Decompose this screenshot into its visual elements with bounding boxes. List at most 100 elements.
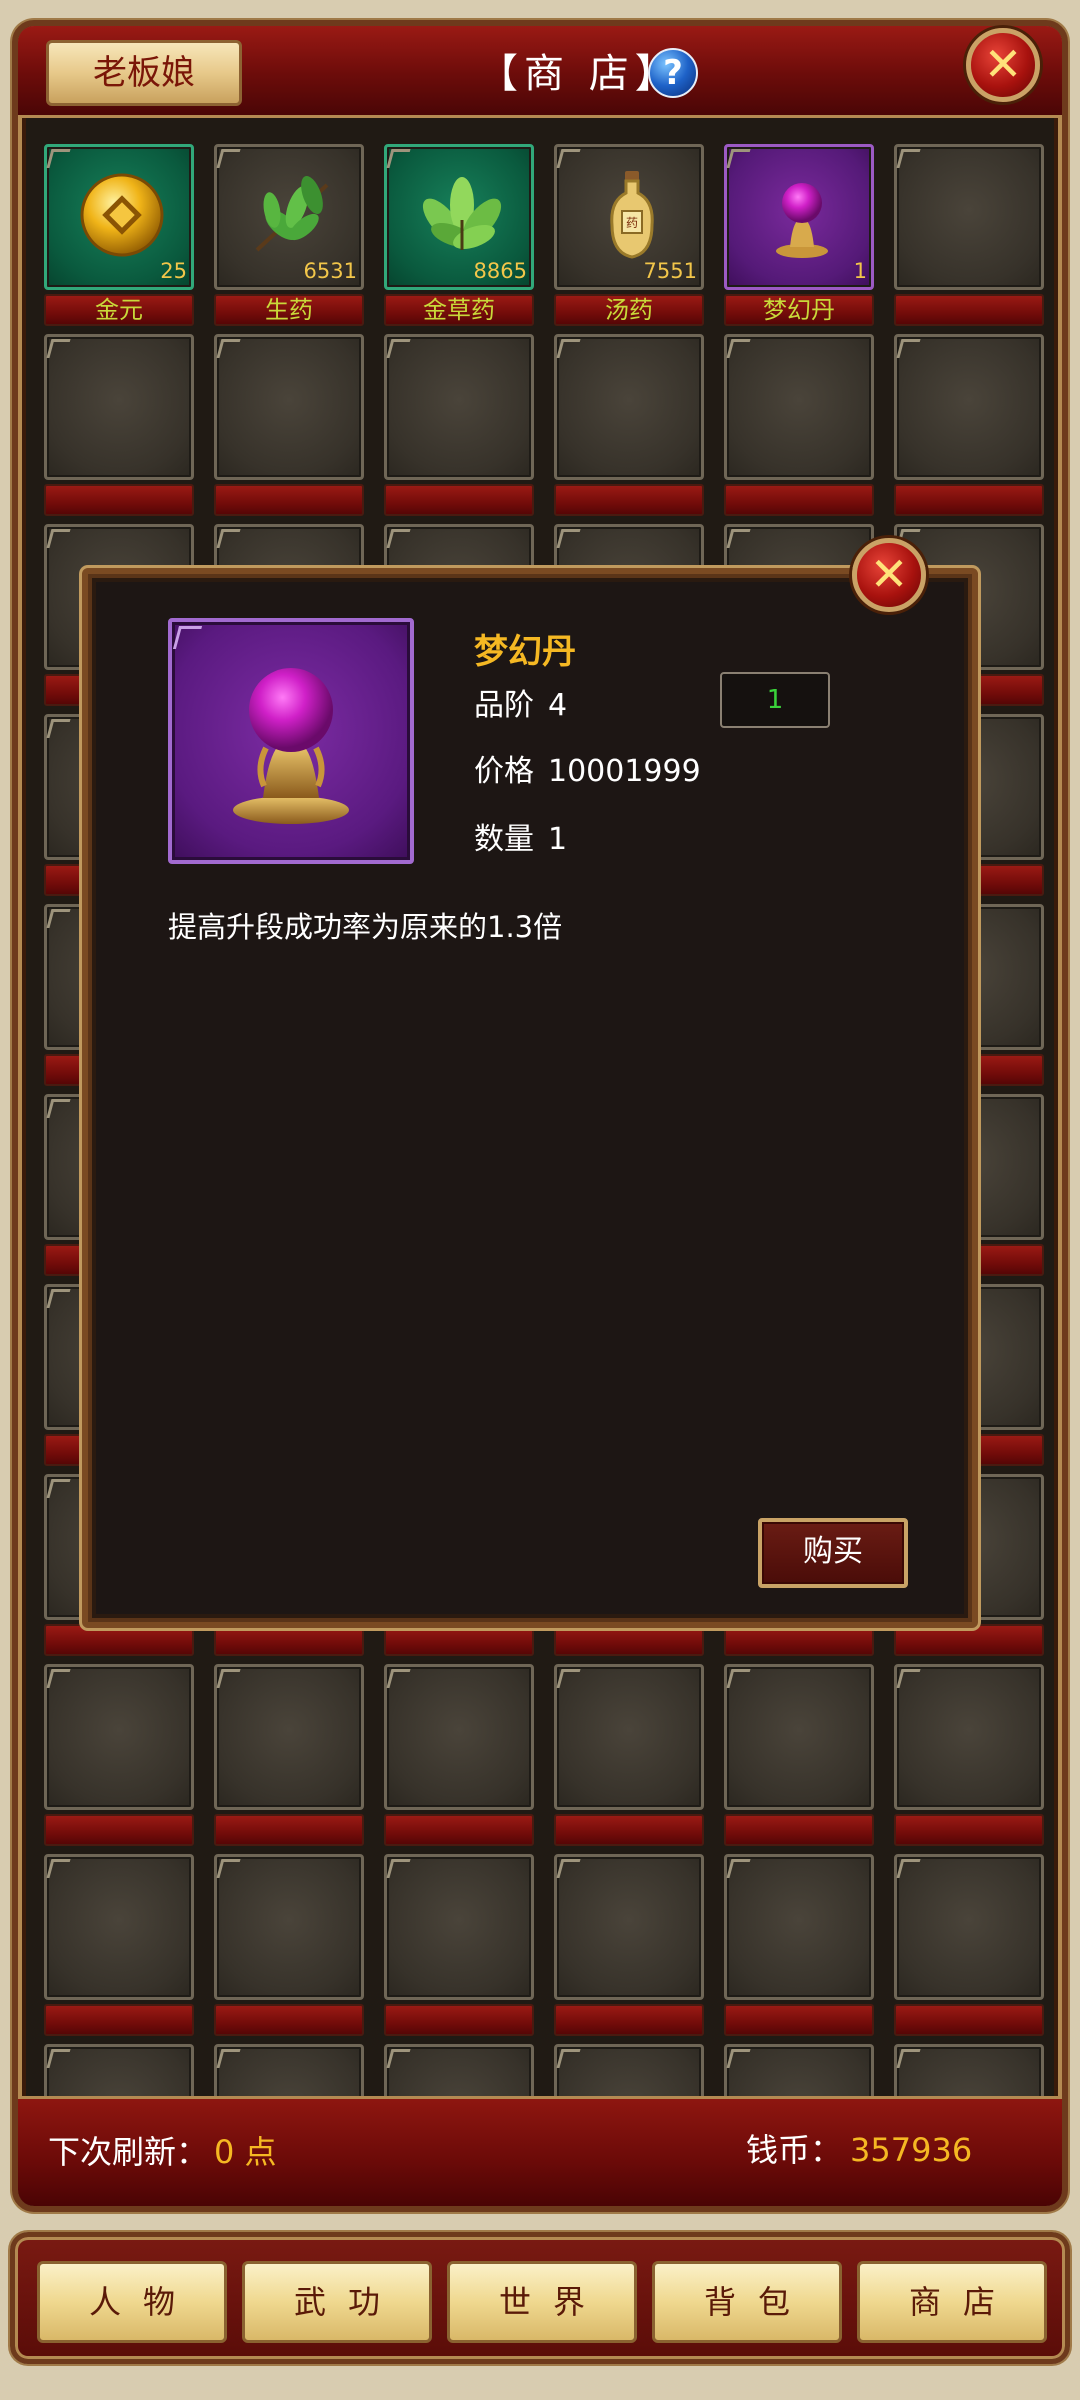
slot-frame: 6531 bbox=[214, 144, 364, 290]
empty-name-bar bbox=[554, 1814, 704, 1846]
item-count: 25 bbox=[160, 259, 187, 283]
quantity-input[interactable]: 1 bbox=[720, 672, 830, 728]
buy-button[interactable]: 购买 bbox=[758, 1518, 908, 1588]
slot-frame bbox=[214, 1664, 364, 1810]
quantity-value: 1 bbox=[548, 822, 568, 857]
item-name-label: 金草药 bbox=[384, 294, 534, 326]
empty-name-bar bbox=[724, 484, 874, 516]
empty-slot bbox=[894, 144, 1044, 330]
nav-backpack[interactable]: 背包 bbox=[652, 2261, 842, 2343]
slot-frame bbox=[214, 1854, 364, 2000]
empty-name-bar bbox=[724, 2004, 874, 2036]
slot-frame bbox=[554, 1854, 704, 2000]
quantity-label: 数量 bbox=[474, 822, 534, 857]
empty-name-bar bbox=[214, 2004, 364, 2036]
slot-frame: 25 bbox=[44, 144, 194, 290]
empty-name-bar bbox=[724, 1814, 874, 1846]
grade-value: 4 bbox=[548, 688, 568, 723]
empty-name-bar bbox=[894, 1814, 1044, 1846]
slot-frame bbox=[554, 334, 704, 480]
shop-item-slot[interactable]: 25 金元 bbox=[44, 144, 194, 330]
empty-slot bbox=[44, 1664, 194, 1850]
price-value: 10001999 bbox=[548, 754, 701, 789]
empty-slot bbox=[214, 1664, 364, 1850]
close-shop-button[interactable]: ✕ bbox=[966, 28, 1040, 102]
empty-name-bar bbox=[894, 294, 1044, 326]
shop-item-slot[interactable]: 1 梦幻丹 bbox=[724, 144, 874, 330]
empty-slot bbox=[894, 1854, 1044, 2040]
item-description: 提高升段成功率为原来的1.3倍 bbox=[168, 910, 563, 944]
empty-name-bar bbox=[384, 1624, 534, 1656]
empty-slot bbox=[724, 1854, 874, 2040]
slot-frame bbox=[724, 1854, 874, 2000]
empty-name-bar bbox=[384, 2004, 534, 2036]
empty-name-bar bbox=[554, 1624, 704, 1656]
empty-name-bar bbox=[894, 484, 1044, 516]
grade-row: 品阶 4 bbox=[474, 680, 567, 724]
item-name-label: 汤药 bbox=[554, 294, 704, 326]
boss-tab[interactable]: 老板娘 bbox=[46, 40, 242, 106]
potion-bottle-icon: 药 bbox=[582, 165, 682, 265]
empty-name-bar bbox=[44, 1814, 194, 1846]
close-popup-button[interactable]: ✕ bbox=[852, 538, 926, 612]
empty-name-bar bbox=[724, 1624, 874, 1656]
price-row: 价格 10001999 bbox=[474, 746, 701, 790]
item-name-label: 生药 bbox=[214, 294, 364, 326]
nav-shop[interactable]: 商店 bbox=[857, 2261, 1047, 2343]
shop-header: 老板娘 【商 店】 ? bbox=[18, 26, 1062, 118]
herb-branch-icon bbox=[242, 165, 342, 265]
empty-name-bar bbox=[894, 1624, 1044, 1656]
empty-name-bar bbox=[214, 1624, 364, 1656]
nav-character[interactable]: 人物 bbox=[37, 2261, 227, 2343]
slot-frame bbox=[894, 144, 1044, 290]
empty-slot bbox=[724, 334, 874, 520]
empty-name-bar bbox=[554, 2004, 704, 2036]
empty-slot bbox=[214, 1854, 364, 2040]
item-name-label: 梦幻丹 bbox=[724, 294, 874, 326]
refresh-label: 下次刷新： bbox=[48, 2133, 209, 2171]
empty-name-bar bbox=[44, 1624, 194, 1656]
nav-martial-arts[interactable]: 武功 bbox=[242, 2261, 432, 2343]
empty-slot bbox=[44, 334, 194, 520]
empty-slot bbox=[44, 1854, 194, 2040]
slot-frame bbox=[894, 1664, 1044, 1810]
item-name-label: 金元 bbox=[44, 294, 194, 326]
empty-slot bbox=[384, 1664, 534, 1850]
svg-text:药: 药 bbox=[626, 216, 638, 230]
refresh-info: 下次刷新： 0 点 bbox=[48, 2127, 277, 2173]
slot-frame bbox=[554, 1664, 704, 1810]
empty-slot bbox=[554, 1664, 704, 1850]
item-detail-icon bbox=[168, 618, 414, 864]
item-count: 7551 bbox=[643, 259, 697, 283]
empty-slot bbox=[384, 1854, 534, 2040]
empty-slot bbox=[384, 334, 534, 520]
empty-name-bar bbox=[44, 2004, 194, 2036]
shop-item-slot[interactable]: 6531 生药 bbox=[214, 144, 364, 330]
slot-frame bbox=[894, 334, 1044, 480]
nav-world[interactable]: 世界 bbox=[447, 2261, 637, 2343]
empty-name-bar bbox=[384, 1814, 534, 1846]
empty-slot bbox=[554, 1854, 704, 2040]
shop-item-slot[interactable]: 药 7551 汤药 bbox=[554, 144, 704, 330]
bottom-nav: 人物 武功 世界 背包 商店 bbox=[10, 2232, 1070, 2364]
shop-item-slot[interactable]: 8865 金草药 bbox=[384, 144, 534, 330]
help-icon[interactable]: ? bbox=[648, 48, 698, 98]
item-count: 8865 bbox=[473, 259, 527, 283]
empty-name-bar bbox=[44, 484, 194, 516]
empty-name-bar bbox=[894, 2004, 1044, 2036]
empty-slot bbox=[724, 1664, 874, 1850]
slot-frame bbox=[724, 334, 874, 480]
slot-frame bbox=[724, 1664, 874, 1810]
slot-frame: 8865 bbox=[384, 144, 534, 290]
empty-name-bar bbox=[214, 1814, 364, 1846]
quantity-row: 数量 1 bbox=[474, 814, 567, 858]
empty-slot bbox=[894, 1664, 1044, 1850]
slot-frame bbox=[44, 334, 194, 480]
empty-slot bbox=[214, 334, 364, 520]
coins-value: 357936 bbox=[850, 2131, 973, 2169]
slot-frame bbox=[214, 334, 364, 480]
golden-herb-icon bbox=[412, 165, 512, 265]
empty-name-bar bbox=[554, 484, 704, 516]
empty-name-bar bbox=[384, 484, 534, 516]
gold-coin-icon bbox=[72, 165, 172, 265]
